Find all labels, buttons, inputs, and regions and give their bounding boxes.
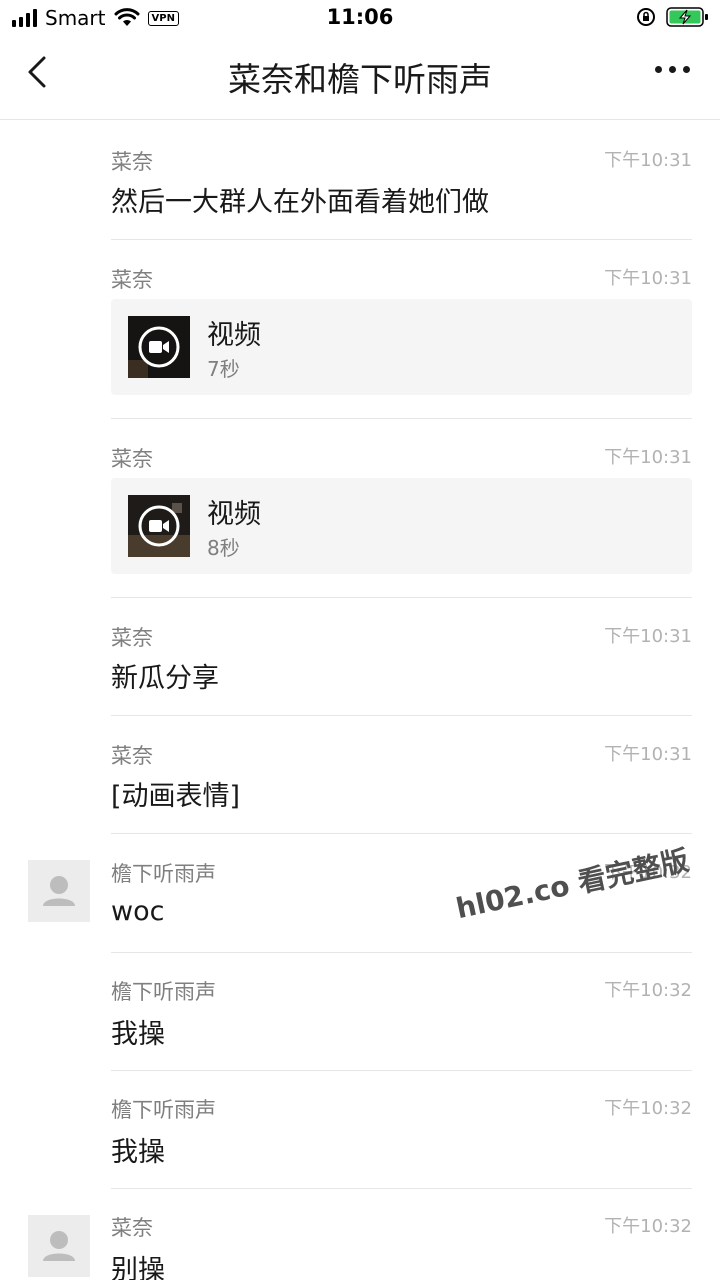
message-sender: 菜奈 xyxy=(111,268,153,292)
message-text[interactable]: 我操 xyxy=(111,1012,165,1051)
message-sender: 檐下听雨声 xyxy=(111,980,216,1004)
video-message-card[interactable]: 视频 8秒 xyxy=(111,478,692,574)
message-sender: 檐下听雨声 xyxy=(111,862,216,886)
message-time: 下午10:32 xyxy=(604,980,692,1001)
video-duration: 7秒 xyxy=(207,357,240,381)
avatar[interactable] xyxy=(28,1215,90,1277)
video-duration: 8秒 xyxy=(207,536,240,560)
message-sender: 菜奈 xyxy=(111,150,153,174)
message-text[interactable]: woc xyxy=(111,896,164,927)
message-divider xyxy=(111,597,692,598)
status-time: 11:06 xyxy=(326,5,394,29)
message-sender: 菜奈 xyxy=(111,447,153,471)
video-message-card[interactable]: 视频 7秒 xyxy=(111,299,692,395)
watermark-text: hl02.co 看完整版 xyxy=(453,843,692,926)
status-bar: Smart VPN 11:06 xyxy=(0,0,720,36)
default-avatar-icon xyxy=(43,876,75,906)
chat-title: 菜奈和檐下听雨声 xyxy=(228,60,492,99)
message-time: 下午10:31 xyxy=(604,626,692,647)
video-play-icon xyxy=(128,495,190,557)
message-time: 下午10:31 xyxy=(604,150,692,171)
avatar[interactable] xyxy=(28,860,90,922)
message-divider xyxy=(111,833,692,834)
message-time: 下午10:31 xyxy=(604,268,692,289)
message-text[interactable]: 我操 xyxy=(111,1130,165,1169)
video-thumbnail xyxy=(128,495,190,557)
message-divider xyxy=(111,239,692,240)
video-play-icon xyxy=(128,316,190,378)
message-sender: 菜奈 xyxy=(111,744,153,768)
message-sender: 菜奈 xyxy=(111,626,153,650)
message-divider xyxy=(111,952,692,953)
message-time: 下午10:32 xyxy=(604,1216,692,1237)
message-divider xyxy=(111,1070,692,1071)
nav-bar: 菜奈和檐下听雨声 xyxy=(0,36,720,120)
video-title: 视频 xyxy=(207,499,261,530)
message-divider xyxy=(111,418,692,419)
more-options-icon[interactable] xyxy=(655,66,690,73)
orientation-lock-icon xyxy=(637,8,655,26)
video-title: 视频 xyxy=(207,320,261,351)
message-text[interactable]: 别操 xyxy=(111,1248,165,1280)
status-right xyxy=(636,6,710,28)
default-avatar-icon xyxy=(43,1231,75,1261)
message-divider xyxy=(111,715,692,716)
message-time: 下午10:31 xyxy=(604,744,692,765)
message-sender: 菜奈 xyxy=(111,1216,153,1240)
battery-charging-icon xyxy=(666,7,708,27)
message-text[interactable]: 新瓜分享 xyxy=(111,656,219,695)
message-divider xyxy=(111,1188,692,1189)
message-time: 下午10:31 xyxy=(604,447,692,468)
message-time: 下午10:32 xyxy=(604,1098,692,1119)
message-sender: 檐下听雨声 xyxy=(111,1098,216,1122)
message-text[interactable]: 然后一大群人在外面看着她们做 xyxy=(111,180,489,219)
message-text[interactable]: [动画表情] xyxy=(111,774,240,813)
video-thumbnail xyxy=(128,316,190,378)
